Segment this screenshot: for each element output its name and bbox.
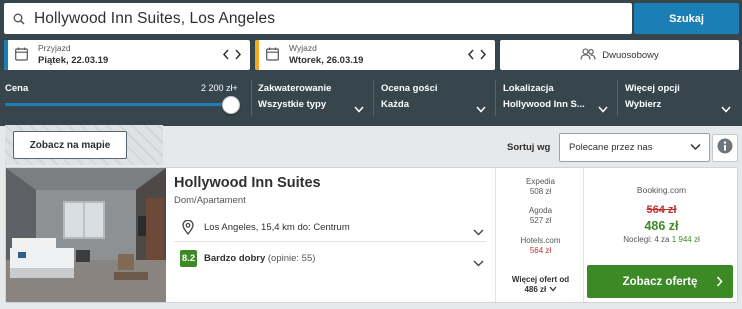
price-filter-label: Cena <box>5 83 29 94</box>
nights-total-price: 1 944 zł <box>671 235 700 244</box>
checkout-value: Wtorek, 26.03.19 <box>289 55 364 66</box>
chevron-down-icon[interactable] <box>354 100 364 118</box>
room-type-label: Dwuosobowy <box>602 49 659 61</box>
location-pin-icon <box>182 219 194 240</box>
hotel-location: Los Angeles, 15,4 km do: Centrum <box>204 222 350 233</box>
view-offer-button[interactable]: Zobacz ofertę <box>587 265 733 298</box>
deal-site: Expedia <box>526 177 555 186</box>
rating-filter-label: Ocena gości <box>381 83 438 94</box>
chevron-right-icon <box>716 276 723 290</box>
sort-value: Polecane przez nas <box>569 142 653 153</box>
next-day-icon[interactable] <box>234 47 242 65</box>
rating-label: Bardzo dobry <box>204 253 266 264</box>
rating-score-badge: 8.2 <box>180 250 197 267</box>
deal-site: Hotels.com <box>520 236 561 245</box>
deal-expedia[interactable]: Expedia 508 zł <box>496 177 585 197</box>
deal-price: 527 zł <box>529 216 552 225</box>
more-deals-line1: Więcej ofert od <box>511 275 570 284</box>
next-day-icon[interactable] <box>479 47 487 65</box>
deal-hotels-com[interactable]: Hotels.com 564 zł <box>496 236 585 256</box>
hotel-location-row[interactable]: Los Angeles, 15,4 km do: Centrum <box>174 214 486 242</box>
rating-count: (opinie: 55) <box>267 253 316 264</box>
prev-day-icon[interactable] <box>222 47 230 65</box>
chevron-down-icon <box>549 285 557 294</box>
price-slider-fill <box>5 103 233 106</box>
accommodation-filter-label: Zakwaterowanie <box>258 83 332 94</box>
deal-price: 564 zł <box>529 246 552 255</box>
checkin-label: Przyjazd <box>38 43 71 53</box>
chevron-down-icon <box>690 143 701 154</box>
rating-filter-value[interactable]: Każda <box>381 99 409 110</box>
best-deal: Booking.com 564 zł 486 zł Noclegi: 4 za … <box>585 168 738 302</box>
hotel-rating-row[interactable]: 8.2 Bardzo dobry (opinie: 55) <box>174 244 486 274</box>
info-button[interactable] <box>712 134 738 162</box>
search-input[interactable]: Hollywood Inn Suites, Los Angeles <box>4 3 632 34</box>
sort-label: Sortuj wg <box>507 142 551 153</box>
nights-prefix: Noclegi: 4 za <box>623 235 670 244</box>
chevron-down-icon <box>473 223 484 241</box>
more-options-label: Więcej opcji <box>625 83 680 94</box>
search-query[interactable]: Hollywood Inn Suites, Los Angeles <box>34 10 275 28</box>
price-slider-track[interactable] <box>5 103 233 106</box>
filter-divider <box>617 80 618 116</box>
chevron-down-icon <box>473 254 484 272</box>
info-icon <box>717 138 733 159</box>
chevron-down-icon[interactable] <box>476 100 486 118</box>
checkout-label: Wyjazd <box>289 43 317 53</box>
deal-agoda[interactable]: Agoda 527 zł <box>496 206 585 226</box>
more-deals-button[interactable]: Więcej ofert od 486 zł <box>496 275 585 295</box>
sort-dropdown[interactable]: Polecane przez nas <box>559 133 710 162</box>
hotel-type: Dom/Apartament <box>174 195 246 206</box>
search-icon <box>4 13 34 25</box>
more-options-value[interactable]: Wybierz <box>625 99 661 110</box>
price-slider-handle[interactable] <box>222 96 240 114</box>
checkin-date[interactable]: Przyjazd Piątek, 22.03.19 <box>4 40 250 70</box>
checkout-accent <box>255 40 259 70</box>
filter-divider <box>373 80 374 116</box>
prev-day-icon[interactable] <box>467 47 475 65</box>
price-filter-max: 2 200 zł+ <box>201 83 238 93</box>
view-offer-label: Zobacz ofertę <box>622 275 698 288</box>
filter-divider <box>251 80 252 116</box>
filter-divider <box>495 80 496 116</box>
best-deal-old-price: 564 zł <box>646 204 677 216</box>
hotel-name[interactable]: Hollywood Inn Suites <box>174 175 321 191</box>
best-deal-site: Booking.com <box>636 185 687 195</box>
other-deals: Expedia 508 zł Agoda 527 zł Hotels.com 5… <box>495 168 584 302</box>
two-persons-icon <box>580 47 596 63</box>
deal-price: 508 zł <box>529 187 552 196</box>
show-map-button[interactable]: Zobacz na mapie <box>13 131 127 159</box>
accommodation-filter-value[interactable]: Wszystkie typy <box>258 99 326 110</box>
hotel-result-card: Hollywood Inn Suites Dom/Apartament Los … <box>5 167 738 303</box>
nights-total: Noclegi: 4 za 1 944 zł <box>585 235 738 244</box>
checkin-accent <box>4 40 8 70</box>
calendar-icon <box>15 47 28 66</box>
hotel-photo[interactable] <box>6 168 166 302</box>
deal-site: Agoda <box>528 206 553 215</box>
chevron-down-icon[interactable] <box>598 100 608 118</box>
best-deal-price: 486 zł <box>644 219 679 233</box>
chevron-down-icon[interactable] <box>721 100 731 118</box>
search-button[interactable]: Szukaj <box>634 3 739 34</box>
room-type-selector[interactable]: Dwuosobowy <box>500 40 739 70</box>
checkout-date[interactable]: Wyjazd Wtorek, 26.03.19 <box>255 40 495 70</box>
location-filter-value[interactable]: Hollywood Inn S... <box>503 99 585 110</box>
more-deals-price: 486 zł <box>524 285 547 294</box>
checkin-value: Piątek, 22.03.19 <box>38 55 109 66</box>
rating-text: Bardzo dobry (opinie: 55) <box>204 253 315 264</box>
location-filter-label: Lokalizacja <box>503 83 554 94</box>
calendar-icon <box>266 47 279 66</box>
